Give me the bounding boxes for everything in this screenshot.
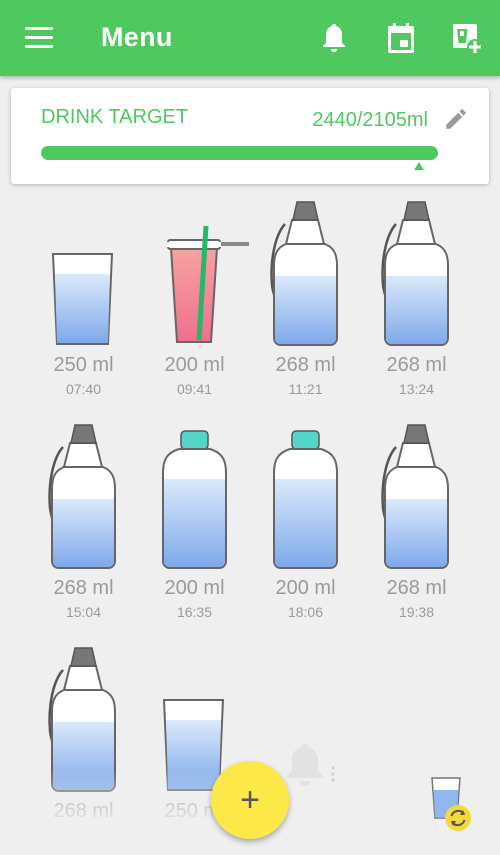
bottle-icon [48,647,116,792]
app-bar: Menu [0,0,500,76]
bell-icon[interactable] [318,21,350,55]
drink-entry[interactable]: 250 ml 07:40 [28,190,139,410]
drink-time: 18:06 [287,604,324,620]
add-drink-button[interactable]: + [211,761,289,839]
bottle-icon [381,424,449,569]
drink-entry[interactable]: 268 ml [28,636,139,820]
drink-time: 13:24 [398,381,435,397]
app-title: Menu [101,22,173,52]
drink-amount: 268 ml [386,577,447,599]
target-value: 2440/2105ml [312,109,428,131]
drink-entry[interactable]: 268 ml 19:38 [361,413,472,633]
progress-fill [41,146,438,160]
bottle-icon [48,424,116,569]
bottle-icon [270,201,338,346]
pencil-icon[interactable] [443,106,469,132]
bottle-icon [381,201,449,346]
drink-amount: 250 ml [53,354,114,376]
calendar-icon[interactable] [385,21,417,55]
drink-amount: 200 ml [164,354,225,376]
drink-entry[interactable]: 200 ml 09:41 [139,190,250,410]
drink-amount: 200 ml [164,577,225,599]
drink-log-grid: 250 ml 07:40 200 ml 09:41 268 ml 11:21 268 ml 1… [0,190,500,820]
add-cup-icon[interactable] [451,21,483,55]
drink-time: 11:21 [288,381,323,397]
drink-time: 16:35 [176,604,213,620]
reminder-bell-icon [287,744,335,786]
drink-entry[interactable]: 268 ml 13:24 [361,190,472,410]
drink-time: 15:04 [65,604,102,620]
drink-entry[interactable]: 200 ml 18:06 [250,413,361,633]
progress-bar [41,146,438,160]
drink-amount: 200 ml [275,577,336,599]
glass-icon [51,253,114,345]
drink-target-card: DRINK TARGET 2440/2105ml [11,88,489,184]
drink-amount: 268 ml [275,354,336,376]
drink-amount: 268 ml [386,354,447,376]
drink-time: 19:38 [398,604,435,620]
drink-time: 07:40 [65,381,102,397]
cup-icon [167,225,249,343]
drink-entry[interactable]: 268 ml 15:04 [28,413,139,633]
drink-time: 09:41 [176,381,213,397]
target-label: DRINK TARGET [41,106,189,128]
switch-cup-icon[interactable] [428,774,474,834]
target-marker [414,162,424,170]
hamburger-menu-icon[interactable] [25,27,53,49]
drink-amount: 268 ml [53,800,114,820]
drink-entry[interactable]: 268 ml 11:21 [250,190,361,410]
drink-amount: 268 ml [53,577,114,599]
capped-icon [162,430,227,569]
drink-entry[interactable]: 200 ml 16:35 [139,413,250,633]
capped-icon [273,430,338,569]
